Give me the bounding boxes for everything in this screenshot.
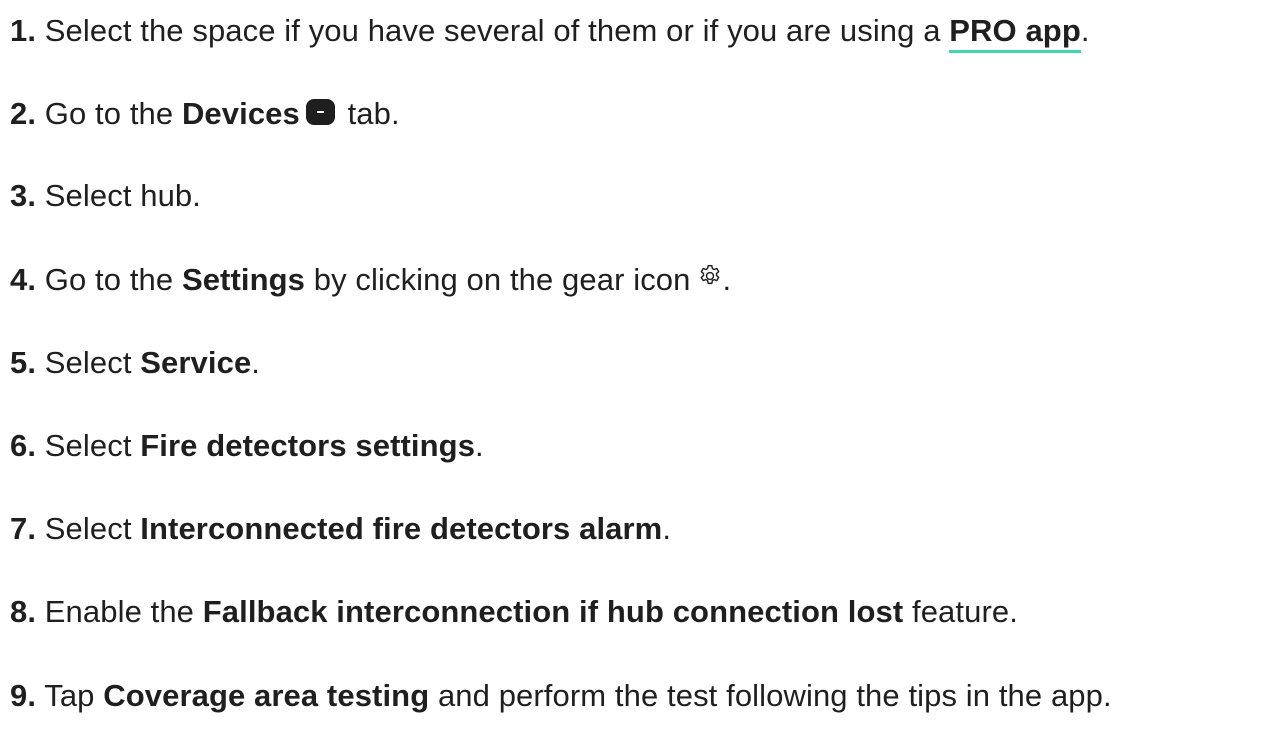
- step-8: 8. Enable the Fallback interconnection i…: [10, 592, 1018, 632]
- interconnected-alarm-label: Interconnected fire detectors alarm: [140, 511, 663, 546]
- step-text: Go to the: [44, 262, 174, 297]
- step-5: 5. Select Service.: [10, 343, 260, 383]
- step-text-end: .: [722, 262, 732, 297]
- coverage-area-testing-label: Coverage area testing: [103, 678, 430, 713]
- step-text: Go to the: [44, 96, 174, 131]
- gear-icon: [700, 264, 719, 284]
- step-text: Enable the: [44, 594, 195, 629]
- step-text: Select: [44, 428, 132, 463]
- step-text-end: .: [662, 511, 672, 546]
- devices-label: Devices: [181, 96, 300, 131]
- step-text: Tap: [44, 678, 95, 713]
- step-9: 9. Tap Coverage area testing and perform…: [10, 676, 1112, 716]
- fire-detectors-settings-label: Fire detectors settings: [140, 428, 476, 463]
- step-text: Select: [44, 511, 132, 546]
- step-7: 7. Select Interconnected fire detectors …: [10, 509, 671, 549]
- step-number: 3.: [10, 178, 37, 213]
- step-1: 1. Select the space if you have several …: [10, 11, 1090, 53]
- service-label: Service: [140, 345, 252, 380]
- step-number: 1.: [10, 13, 37, 48]
- step-2: 2. Go to the Devices tab.: [10, 94, 400, 134]
- step-number: 8.: [10, 594, 37, 629]
- step-6: 6. Select Fire detectors settings.: [10, 426, 484, 466]
- settings-label: Settings: [181, 262, 306, 297]
- step-text: Select the space if you have several of …: [44, 13, 941, 48]
- step-text-end: .: [1080, 13, 1090, 48]
- step-number: 5.: [10, 345, 37, 380]
- step-text: Select: [44, 345, 132, 380]
- step-text-end: tab.: [347, 96, 400, 131]
- devices-tab-icon: [305, 98, 335, 125]
- step-text-end: .: [475, 428, 484, 463]
- step-number: 7.: [10, 511, 37, 546]
- step-number: 9.: [10, 678, 37, 713]
- step-text-end: .: [251, 345, 261, 380]
- step-text-mid: by clicking on the gear icon: [313, 262, 691, 297]
- step-3: 3. Select hub.: [10, 176, 201, 216]
- step-text-end: feature.: [912, 594, 1018, 629]
- step-text: Select hub.: [44, 178, 201, 213]
- step-number: 2.: [10, 96, 37, 131]
- step-number: 6.: [10, 428, 37, 463]
- step-text-end: and perform the test following the tips …: [437, 678, 1112, 713]
- pro-app-link[interactable]: PRO app: [949, 13, 1081, 53]
- fallback-interconnection-label: Fallback interconnection if hub connecti…: [202, 594, 904, 629]
- step-number: 4.: [10, 262, 37, 297]
- step-4: 4. Go to the Settings by clicking on the…: [10, 260, 731, 300]
